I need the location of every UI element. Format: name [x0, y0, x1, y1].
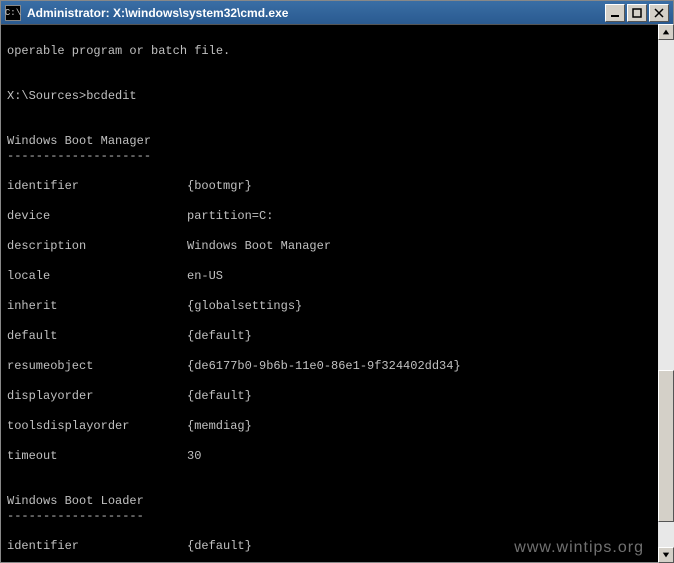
cmd-icon: C:\: [5, 5, 21, 21]
kv-row: devicepartition=C:: [7, 209, 667, 224]
titlebar[interactable]: C:\ Administrator: X:\windows\system32\c…: [1, 1, 673, 25]
vertical-scrollbar[interactable]: [658, 24, 674, 563]
kv-row: default{default}: [7, 329, 667, 344]
blank-line: [7, 119, 14, 133]
kv-row: displayorder{default}: [7, 389, 667, 404]
kv-row: descriptionWindows Boot Manager: [7, 239, 667, 254]
section-title: Windows Boot Loader: [7, 494, 144, 508]
window-title: Administrator: X:\windows\system32\cmd.e…: [27, 6, 605, 20]
section-title: Windows Boot Manager: [7, 134, 151, 148]
scroll-down-button[interactable]: [658, 547, 674, 563]
minimize-button[interactable]: [605, 4, 625, 22]
kv-row: identifier{bootmgr}: [7, 179, 667, 194]
prompt-line: X:\Sources>bcdedit: [7, 89, 667, 104]
blank-line: [7, 74, 14, 88]
maximize-button[interactable]: [627, 4, 647, 22]
output-line: operable program or batch file.: [7, 44, 667, 59]
blank-line: [7, 479, 14, 493]
close-button[interactable]: [649, 4, 669, 22]
divider-line: --------------------: [7, 149, 667, 164]
scroll-up-button[interactable]: [658, 24, 674, 40]
scroll-track[interactable]: [658, 40, 674, 547]
kv-row: resumeobject{de6177b0-9b6b-11e0-86e1-9f3…: [7, 359, 667, 374]
divider-line: -------------------: [7, 509, 667, 524]
console-output[interactable]: operable program or batch file. X:\Sourc…: [1, 25, 673, 562]
kv-row: toolsdisplayorder{memdiag}: [7, 419, 667, 434]
kv-row: identifier{default}: [7, 539, 667, 554]
window-controls: [605, 4, 669, 22]
kv-row: timeout30: [7, 449, 667, 464]
kv-row: localeen-US: [7, 269, 667, 284]
kv-row: inherit{globalsettings}: [7, 299, 667, 314]
cmd-window: C:\ Administrator: X:\windows\system32\c…: [0, 0, 674, 563]
scroll-thumb[interactable]: [658, 370, 674, 522]
